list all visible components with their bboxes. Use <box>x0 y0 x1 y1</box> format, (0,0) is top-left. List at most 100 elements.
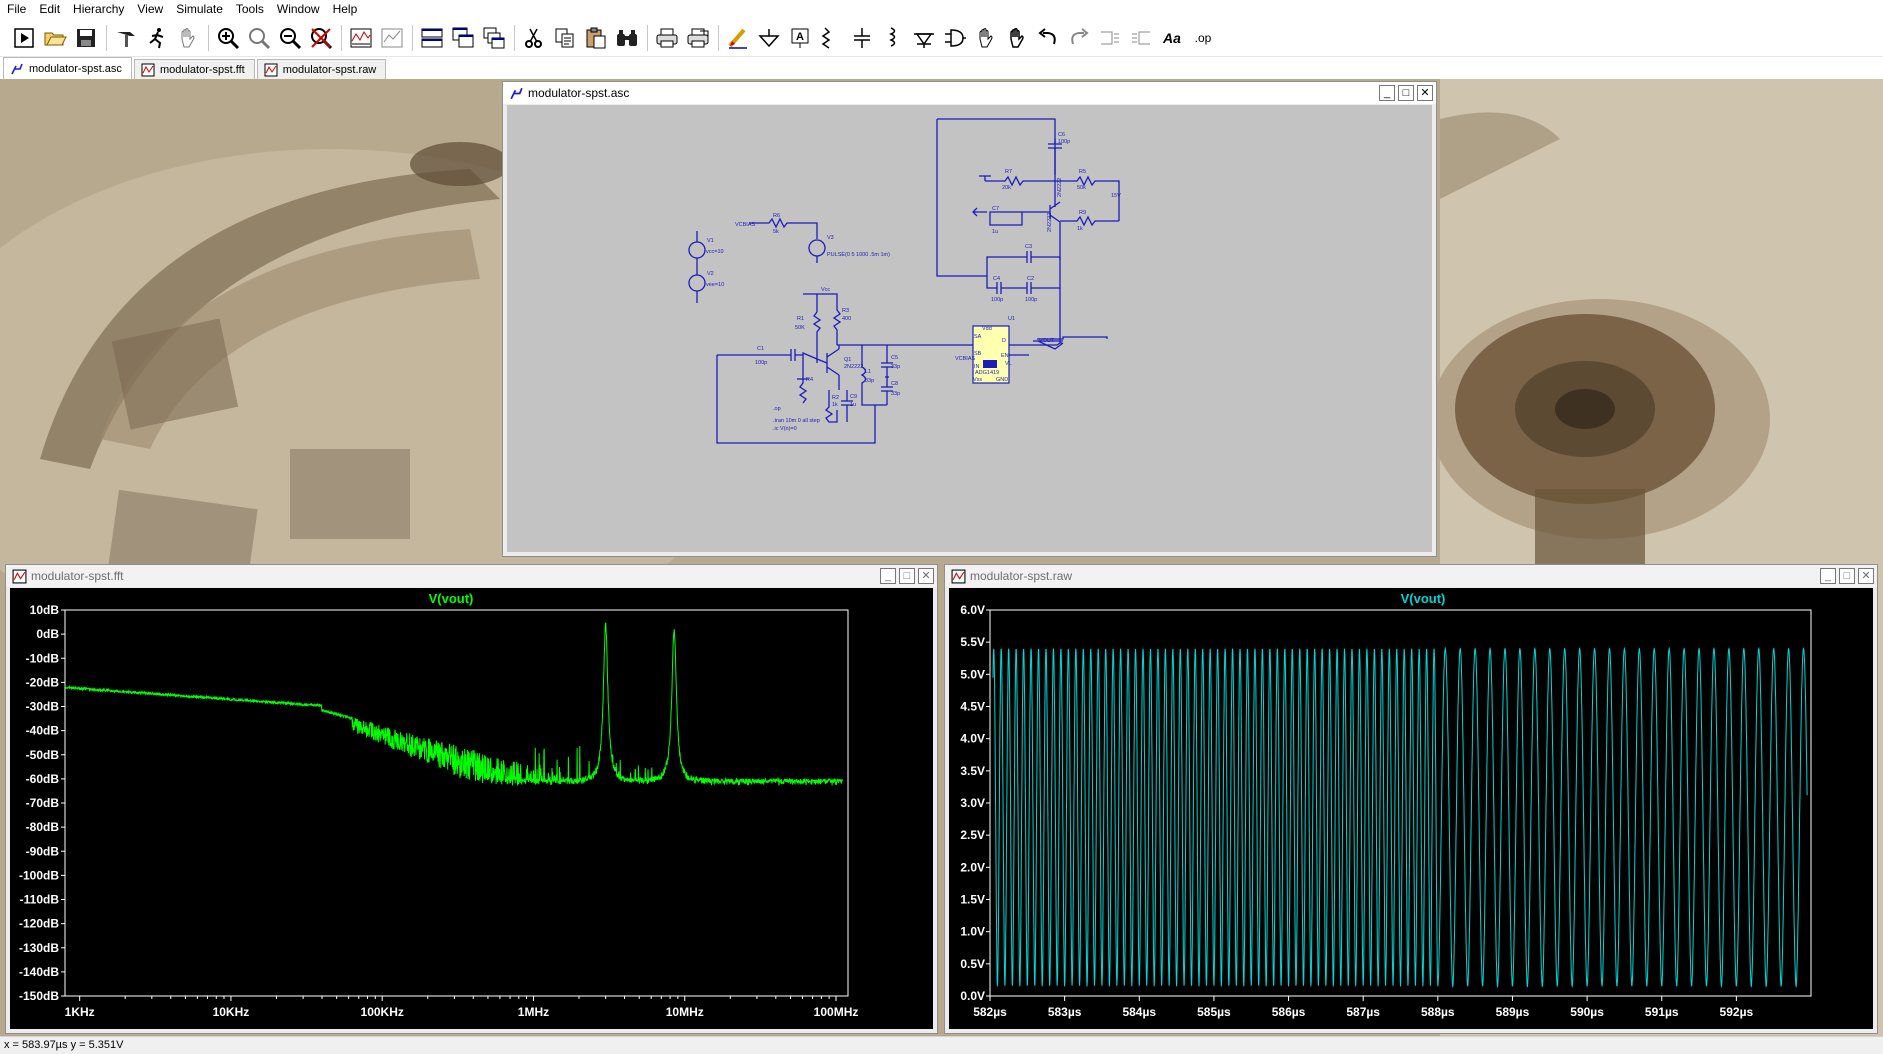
drag-button[interactable] <box>1003 24 1031 52</box>
cascade-button[interactable] <box>480 24 508 52</box>
open-icon <box>44 32 67 45</box>
tile-vertical-button[interactable] <box>449 24 477 52</box>
capacitor-button[interactable] <box>848 24 876 52</box>
rotate-button[interactable] <box>1096 24 1124 52</box>
menu-view[interactable]: View <box>130 0 169 19</box>
inductor-button[interactable] <box>879 24 907 52</box>
label-c1-value: 100p <box>755 360 767 366</box>
menu-help[interactable]: Help <box>326 0 364 19</box>
zoom-in-button[interactable] <box>214 24 242 52</box>
paste-button[interactable] <box>582 24 610 52</box>
redo-icon <box>1071 27 1089 44</box>
schematic-window-titlebar[interactable]: modulator-spst.asc _ □ ✕ <box>503 82 1436 104</box>
raw-y-tick-label: 2.0V <box>960 860 985 874</box>
minimize-button[interactable]: _ <box>880 568 896 584</box>
halt-button[interactable] <box>143 24 171 52</box>
diode-icon <box>914 32 934 48</box>
open-button[interactable] <box>41 24 69 52</box>
find-button[interactable] <box>613 24 641 52</box>
control-panel-button[interactable] <box>112 24 140 52</box>
close-button[interactable]: ✕ <box>918 568 934 584</box>
menu-hierarchy[interactable]: Hierarchy <box>66 0 130 19</box>
plot-settings-button[interactable] <box>378 24 406 52</box>
maximize-button[interactable]: □ <box>1398 85 1414 101</box>
move-button[interactable] <box>972 24 1000 52</box>
raw-plot-pane[interactable]: V(vout) 6.0V 5.5V 5.0V 4.5V 4.0V 3.5V 3.0V 2.5V… <box>949 588 1873 1029</box>
run-button[interactable] <box>10 24 38 52</box>
control-panel-icon <box>117 31 135 47</box>
maximize-button[interactable]: □ <box>1839 568 1855 584</box>
maximize-button[interactable]: □ <box>899 568 915 584</box>
tab-modulator-spst-asc[interactable]: modulator-spst.asc <box>3 57 132 79</box>
fft-y-tick-label: -110dB <box>20 893 60 907</box>
tile-horizontal-button[interactable] <box>418 24 446 52</box>
mirror-button[interactable] <box>1127 24 1155 52</box>
close-icon: ✕ <box>1861 570 1871 582</box>
zoom-cancel-button[interactable] <box>307 24 335 52</box>
pan-button[interactable] <box>174 24 202 52</box>
fft-y-tick-label: -70dB <box>26 796 60 810</box>
cut-button[interactable] <box>520 24 548 52</box>
zoom-full-button[interactable] <box>245 24 273 52</box>
menu-tools[interactable]: Tools <box>229 0 270 19</box>
menu-simulate[interactable]: Simulate <box>169 0 229 19</box>
text-button[interactable]: Aa <box>1158 24 1186 52</box>
redo-button[interactable] <box>1065 24 1093 52</box>
autorange-button[interactable] <box>347 24 375 52</box>
close-button[interactable]: ✕ <box>1417 85 1433 101</box>
resistor-button[interactable] <box>817 24 845 52</box>
menu-edit[interactable]: Edit <box>32 0 66 19</box>
menu-window[interactable]: Window <box>270 0 326 19</box>
minimize-button[interactable]: _ <box>1379 85 1395 101</box>
raw-x-tick-label: 584µs <box>1122 1005 1156 1019</box>
menu-file[interactable]: File <box>0 0 32 19</box>
document-tab-bar: modulator-spst.asc modulator-spst.fft mo… <box>0 57 1883 79</box>
raw-window-titlebar[interactable]: modulator-spst.raw _ □ ✕ <box>945 565 1877 587</box>
draw-wire-button[interactable] <box>724 24 752 52</box>
fft-trace-label[interactable]: V(vout) <box>429 591 474 606</box>
fft-y-tick-label: -10dB <box>26 651 60 665</box>
raw-x-tick-label: 590µs <box>1570 1005 1604 1019</box>
diode-button[interactable] <box>910 24 938 52</box>
label-r1: R1 <box>797 316 804 322</box>
minimize-button[interactable]: _ <box>1820 568 1836 584</box>
label-net-icon: A <box>791 28 809 48</box>
schematic-drawing: C6 100p R7 20k R5 50k 15V 2N2222 2N2222 … <box>688 118 1121 444</box>
schematic-canvas[interactable]: C6 100p R7 20k R5 50k 15V 2N2222 2N2222 … <box>507 105 1432 552</box>
spice-directive-button[interactable]: .op <box>1189 24 1217 52</box>
tab-label: modulator-spst.fft <box>159 63 245 76</box>
label-c4: C4 <box>993 276 1000 282</box>
spice-directive-icon: .op <box>1195 31 1212 45</box>
fft-plot[interactable]: V(vout) 10dB 0dB -10dB -20dB -30dB -40dB -50dB… <box>10 588 933 1029</box>
label-c7-value: 1u <box>992 229 998 235</box>
raw-y-tick-label: 6.0V <box>960 603 985 617</box>
undo-button[interactable] <box>1034 24 1062 52</box>
print-preview-button[interactable] <box>684 24 712 52</box>
move-icon <box>979 27 993 47</box>
raw-plot[interactable]: V(vout) 6.0V 5.5V 5.0V 4.5V 4.0V 3.5V 3.0V 2.5V… <box>949 588 1873 1029</box>
fft-y-tick-label: -120dB <box>19 917 59 931</box>
close-button[interactable]: ✕ <box>1858 568 1874 584</box>
label-l1-value: 33p <box>865 378 874 384</box>
label-r5: R5 <box>1079 169 1086 175</box>
tab-modulator-spst-fft[interactable]: modulator-spst.fft <box>133 59 255 79</box>
print-button[interactable] <box>653 24 681 52</box>
fft-plot-pane[interactable]: V(vout) 10dB 0dB -10dB -20dB -30dB -40dB -50dB… <box>10 588 933 1029</box>
label-net-button[interactable]: A <box>786 24 814 52</box>
label-r7: R7 <box>1005 169 1012 175</box>
copy-button[interactable] <box>551 24 579 52</box>
raw-x-tick-label: 585µs <box>1197 1005 1231 1019</box>
label-u1-sa: SA <box>974 334 982 340</box>
label-u1-d: D <box>1002 338 1006 344</box>
component-button[interactable] <box>941 24 969 52</box>
raw-y-axis: 6.0V 5.5V 5.0V 4.5V 4.0V 3.5V 3.0V 2.5V 2.0V 1.5V… <box>960 603 990 1003</box>
fft-window-titlebar[interactable]: modulator-spst.fft _ □ ✕ <box>6 565 937 587</box>
label-u1: U1 <box>1008 316 1015 322</box>
raw-trace-label[interactable]: V(vout) <box>1401 591 1446 606</box>
zoom-out-button[interactable] <box>276 24 304 52</box>
tab-label: modulator-spst.raw <box>282 63 377 76</box>
toolbar-separator <box>514 24 515 51</box>
tab-modulator-spst-raw[interactable]: modulator-spst.raw <box>256 59 387 79</box>
ground-button[interactable] <box>755 24 783 52</box>
save-button[interactable] <box>72 24 100 52</box>
